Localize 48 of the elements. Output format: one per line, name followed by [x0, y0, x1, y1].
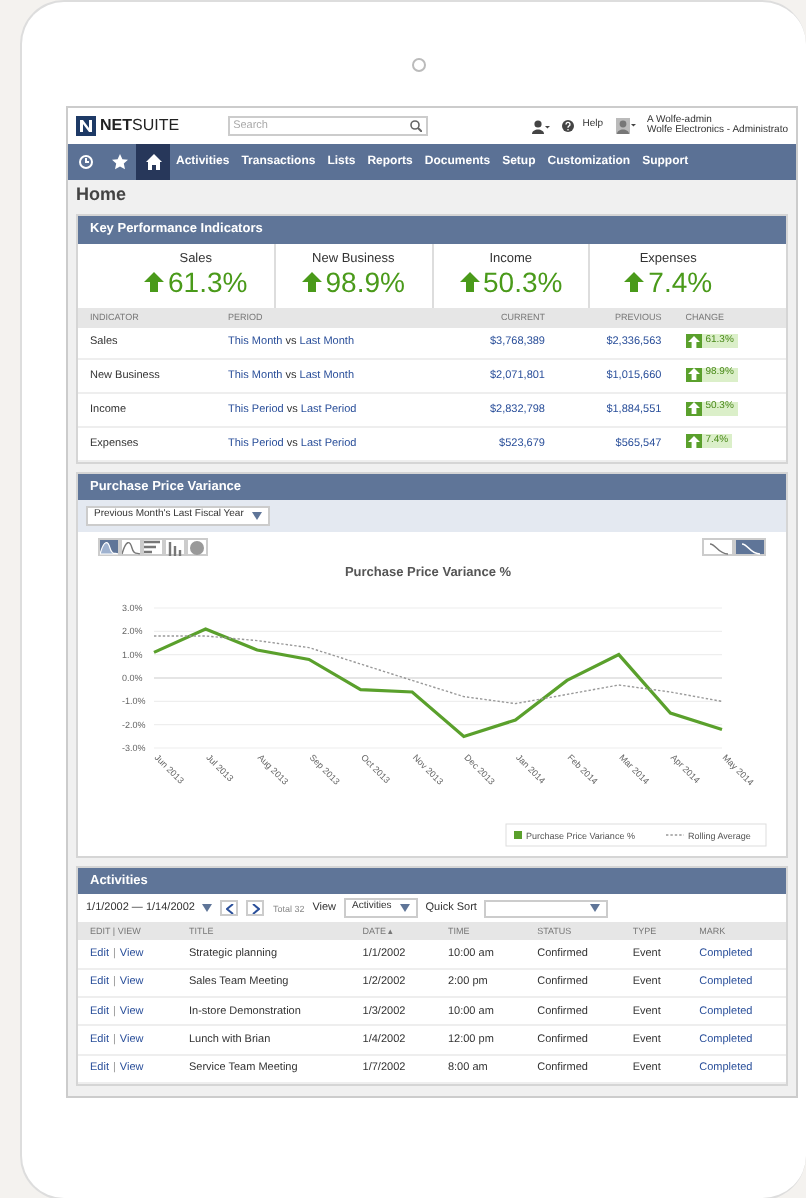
kpi-value: 50.3%: [483, 266, 563, 299]
people-icon[interactable]: [532, 119, 551, 133]
chart-type-button[interactable]: [186, 538, 208, 557]
previous-button[interactable]: [220, 900, 239, 917]
chart-type-button[interactable]: [98, 538, 120, 557]
up-arrow-icon: [301, 272, 322, 293]
legend-dash-icon: [665, 834, 685, 836]
plain-line-icon: [709, 539, 727, 556]
next-button[interactable]: [246, 900, 265, 917]
bar-chart-icon: [144, 539, 162, 556]
logo-icon: [76, 116, 96, 136]
up-arrow-icon: [687, 402, 700, 415]
column-chart-icon: [166, 539, 184, 556]
up-arrow-icon: [687, 368, 700, 381]
camera-icon: [412, 58, 426, 72]
area-chart-icon: [100, 539, 118, 556]
home-icon: [145, 154, 161, 170]
kpi-value: 61.3%: [168, 266, 248, 299]
line-style-button[interactable]: [734, 538, 766, 557]
chart-type-button[interactable]: [120, 538, 142, 557]
caret-icon: [399, 904, 410, 913]
chevron-right-icon: [251, 903, 260, 914]
pie-chart-icon: [188, 539, 206, 556]
caret-icon: [202, 904, 213, 913]
legend-swatch-icon: [514, 831, 522, 840]
kpi-value: 98.9%: [325, 266, 405, 299]
star-icon: [111, 154, 127, 170]
home-tab[interactable]: [136, 144, 170, 180]
page-title: Home: [74, 182, 129, 208]
avatar-icon[interactable]: [615, 118, 635, 134]
caret-icon: [590, 904, 601, 913]
line-style-button[interactable]: [702, 538, 734, 557]
chart-type-button[interactable]: [164, 538, 186, 557]
caret-icon: [251, 512, 262, 521]
chart-type-button[interactable]: [142, 538, 164, 557]
up-arrow-icon: [687, 435, 700, 448]
line-chart-icon: [122, 539, 140, 556]
up-arrow-icon: [687, 335, 700, 348]
help-icon[interactable]: [562, 120, 575, 132]
chevron-left-icon: [225, 903, 234, 914]
up-arrow-icon: [624, 272, 645, 293]
logo-text: NETSUITE: [100, 116, 180, 136]
kpi-value: 7.4%: [648, 266, 713, 299]
up-arrow-icon: [459, 272, 480, 293]
smooth-line-icon: [741, 539, 759, 556]
clock-icon: [77, 154, 93, 170]
search-icon[interactable]: [409, 120, 422, 132]
up-arrow-icon: [144, 272, 165, 293]
